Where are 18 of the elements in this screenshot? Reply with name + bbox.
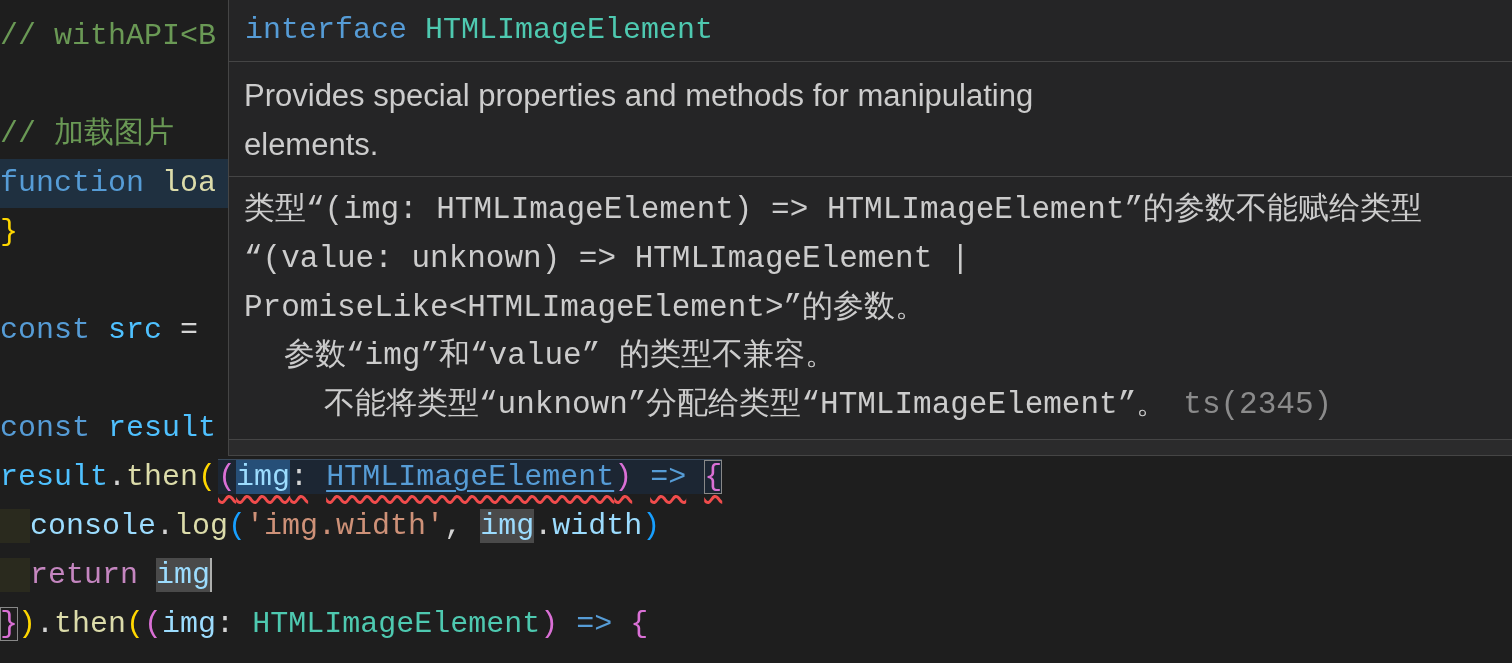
code-line: const result [0, 410, 217, 447]
error-message: “(value: unknown) => HTMLImageElement | [244, 240, 971, 278]
error-code: ts(2345) [1183, 386, 1333, 425]
error-message: 参数“img”和“value” 的类型不兼容。 [284, 337, 836, 376]
code-line: }).then((img: HTMLImageElement) => { [0, 606, 649, 643]
error-message: PromiseLike<HTMLImageElement>”的参数。 [244, 289, 928, 327]
error-message: 不能将类型“unknown”分配给类型“HTMLImageElement”。 [324, 386, 1168, 425]
signature-text: interface HTMLImageElement [245, 12, 714, 49]
code-line: const src = [0, 312, 199, 349]
error-message: 类型“(img: HTMLImageElement) => HTMLImageElement”的参数不能赋给类型 [244, 191, 1424, 229]
code-line: return img [0, 551, 213, 600]
code-line: } [0, 214, 18, 251]
code-line: result.then((img: HTMLImageElement) => { [0, 458, 723, 496]
documentation-text: Provides special properties and methods for manipulating elements. [244, 77, 1035, 164]
code-line: function loa [0, 165, 217, 202]
code-line: // withAPI<B [0, 18, 217, 55]
code-line: // 加载图片 [0, 116, 174, 153]
code-line: console.log('img.width', img.width) [0, 502, 661, 551]
